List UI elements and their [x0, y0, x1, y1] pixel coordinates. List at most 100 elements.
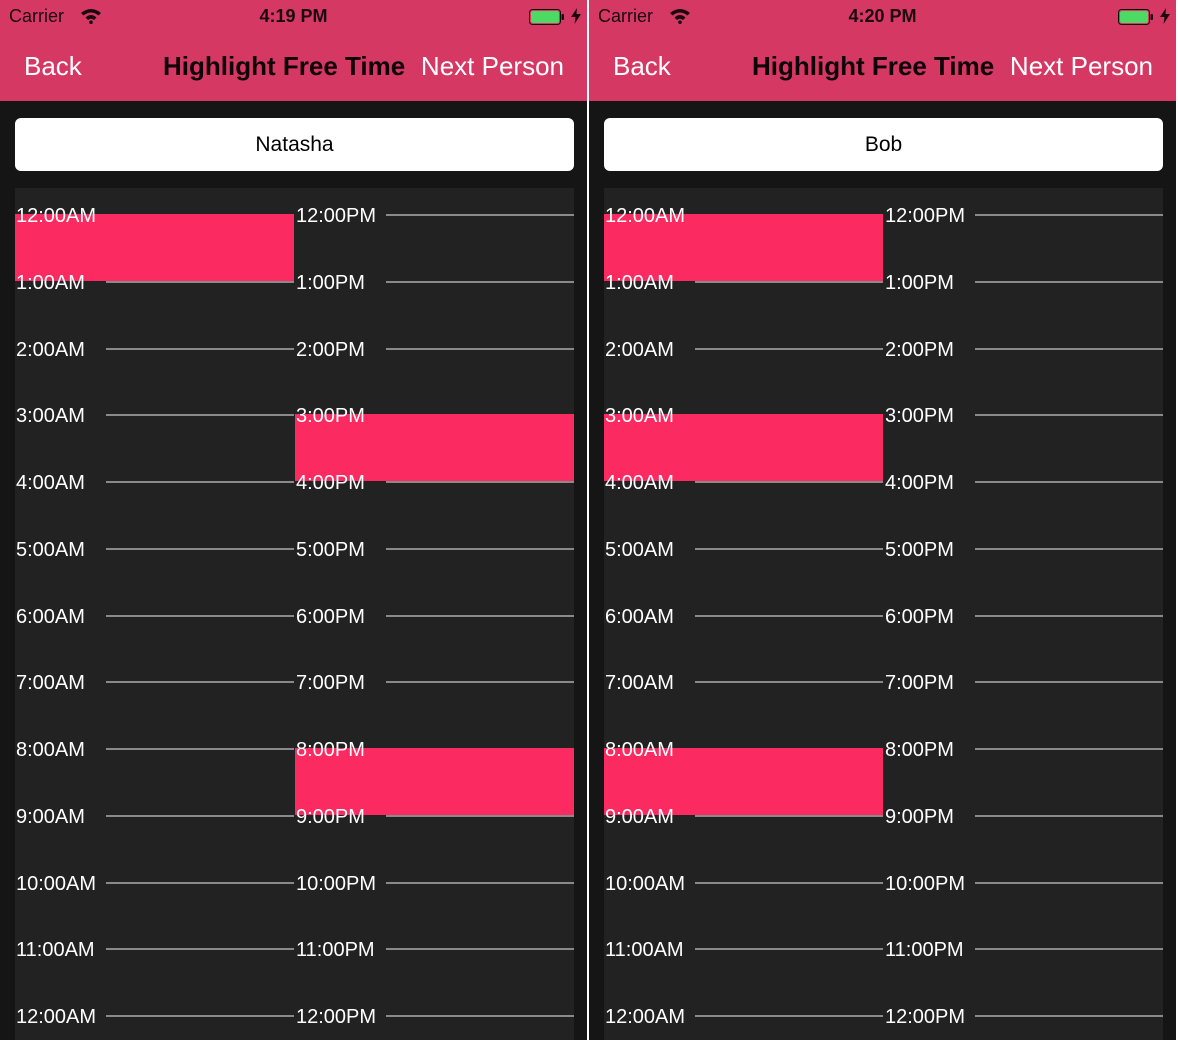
hour-divider	[106, 280, 294, 283]
hour-slot[interactable]: 1:00PM	[884, 259, 1163, 326]
hour-slot[interactable]: 8:00PM	[884, 726, 1163, 793]
hour-slot[interactable]: 12:00AM	[15, 993, 294, 1040]
back-button[interactable]: Back	[24, 51, 82, 82]
hour-divider	[106, 881, 294, 884]
hour-slot[interactable]: 10:00AM	[604, 860, 883, 927]
am-column[interactable]: 12:00AM 1:00AM 2:00AM 3:00AM 4:00AM 5:00AM 6:0…	[604, 188, 883, 1040]
hour-slot[interactable]: 7:00PM	[884, 659, 1163, 726]
status-time: 4:20 PM	[848, 6, 917, 26]
hour-slot[interactable]: 9:00PM	[884, 793, 1163, 860]
hour-slot[interactable]: 9:00AM	[15, 793, 294, 860]
hour-label: 4:00AM	[605, 472, 674, 494]
hour-slot[interactable]: 5:00AM	[604, 526, 883, 593]
hour-slot[interactable]: 4:00PM	[884, 459, 1163, 526]
hour-divider	[975, 280, 1163, 283]
day-schedule-grid: 12:00AM 1:00AM 2:00AM 3:00AM 4:00AM 5:00AM 6:0…	[15, 188, 574, 1040]
hour-slot[interactable]: 11:00PM	[295, 926, 574, 993]
hour-slot[interactable]: 6:00PM	[295, 593, 574, 660]
hour-slot[interactable]: 2:00PM	[884, 326, 1163, 393]
hour-label: 3:00PM	[885, 405, 954, 428]
charging-bolt-icon	[571, 8, 581, 24]
hour-divider	[386, 881, 574, 884]
pm-column[interactable]: 12:00PM 1:00PM 2:00PM 3:00PM 4:00PM 5:00PM 6:0…	[884, 188, 1163, 1040]
back-button[interactable]: Back	[613, 51, 671, 82]
hour-slot[interactable]: 6:00AM	[15, 593, 294, 660]
hour-divider	[695, 614, 883, 617]
phone-screen-2: Carrier 4:20 PM Back Highlight Free Time…	[589, 0, 1176, 1040]
hour-slot[interactable]: 10:00PM	[884, 860, 1163, 927]
hour-divider	[975, 614, 1163, 617]
hour-slot[interactable]: 3:00PM	[884, 392, 1163, 459]
hour-slot[interactable]: 10:00PM	[295, 860, 574, 927]
hour-slot[interactable]: 7:00AM	[15, 659, 294, 726]
hour-label: 2:00AM	[605, 338, 674, 361]
hour-slot[interactable]: 8:00AM	[15, 726, 294, 793]
hour-label: 12:00AM	[605, 1006, 686, 1028]
hour-divider	[695, 280, 883, 283]
hour-slot[interactable]: 12:00PM	[295, 993, 574, 1040]
hour-label: 9:00AM	[605, 805, 674, 828]
hour-label: 3:00AM	[605, 405, 674, 428]
hour-divider	[695, 481, 883, 483]
hour-slot[interactable]: 5:00PM	[884, 526, 1163, 593]
hour-divider	[386, 948, 574, 951]
hour-divider	[695, 681, 883, 684]
hour-slot[interactable]: 12:00PM	[884, 993, 1163, 1040]
am-column[interactable]: 12:00AM 1:00AM 2:00AM 3:00AM 4:00AM 5:00AM 6:0…	[15, 188, 294, 1040]
hour-label: 3:00AM	[16, 405, 85, 428]
hour-slot[interactable]: 11:00PM	[884, 926, 1163, 993]
charging-bolt-icon	[1160, 8, 1170, 24]
hour-label: 2:00PM	[296, 338, 365, 361]
hour-divider	[975, 414, 1163, 417]
hour-label: 12:00AM	[16, 205, 97, 227]
hour-label: 9:00PM	[296, 805, 365, 828]
hour-label: 5:00AM	[16, 538, 85, 561]
hour-divider	[106, 948, 294, 951]
hour-slot[interactable]: 12:00PM	[295, 192, 574, 259]
hour-divider	[695, 547, 883, 550]
phone-screen-1: Carrier 4:19 PM Back Highlight Free Time…	[0, 0, 587, 1040]
hour-label: 6:00PM	[885, 605, 954, 628]
hour-slot[interactable]: 5:00PM	[295, 526, 574, 593]
hour-slot[interactable]: 3:00AM	[15, 392, 294, 459]
navigation-bar: Back Highlight Free Time Next Person	[589, 34, 1176, 101]
hour-label: 9:00PM	[885, 805, 954, 828]
hour-slot[interactable]: 5:00AM	[15, 526, 294, 593]
hour-slot[interactable]: 1:00PM	[295, 259, 574, 326]
hour-label: 7:00AM	[605, 672, 674, 695]
hour-label: 12:00AM	[605, 205, 686, 227]
hour-divider	[386, 280, 574, 283]
hour-slot[interactable]: 7:00AM	[604, 659, 883, 726]
hour-divider	[975, 748, 1163, 750]
hour-slot[interactable]: 12:00AM	[604, 993, 883, 1040]
hour-slot[interactable]: 10:00AM	[15, 860, 294, 927]
hour-divider	[106, 1015, 294, 1017]
hour-label: 8:00PM	[296, 739, 365, 761]
hour-label: 10:00AM	[16, 872, 97, 895]
hour-divider	[695, 948, 883, 951]
hour-divider	[386, 814, 574, 817]
hour-slot[interactable]: 6:00AM	[604, 593, 883, 660]
hour-divider	[106, 614, 294, 617]
hour-slot[interactable]: 11:00AM	[604, 926, 883, 993]
hour-slot[interactable]: 2:00AM	[15, 326, 294, 393]
next-person-button[interactable]: Next Person	[421, 51, 564, 82]
person-name-field[interactable]: Bob	[604, 118, 1163, 171]
hour-slot[interactable]: 6:00PM	[884, 593, 1163, 660]
person-name-field[interactable]: Natasha	[15, 118, 574, 171]
hour-slot[interactable]: 12:00PM	[884, 192, 1163, 259]
hour-slot[interactable]: 2:00AM	[604, 326, 883, 393]
next-person-button[interactable]: Next Person	[1010, 51, 1153, 82]
hour-label: 6:00PM	[296, 605, 365, 628]
hour-slot[interactable]: 7:00PM	[295, 659, 574, 726]
hour-label: 7:00AM	[16, 672, 85, 695]
hour-label: 2:00AM	[16, 338, 85, 361]
hour-divider	[975, 481, 1163, 483]
pm-column[interactable]: 12:00PM 1:00PM 2:00PM 3:00PM 4:00PM 5:00PM 6:0…	[295, 188, 574, 1040]
hour-slot[interactable]: 2:00PM	[295, 326, 574, 393]
hour-slot[interactable]: 4:00AM	[15, 459, 294, 526]
hour-label: 6:00AM	[16, 605, 85, 628]
hour-label: 10:00PM	[885, 872, 966, 895]
hour-label: 1:00PM	[296, 271, 365, 294]
hour-slot[interactable]: 11:00AM	[15, 926, 294, 993]
